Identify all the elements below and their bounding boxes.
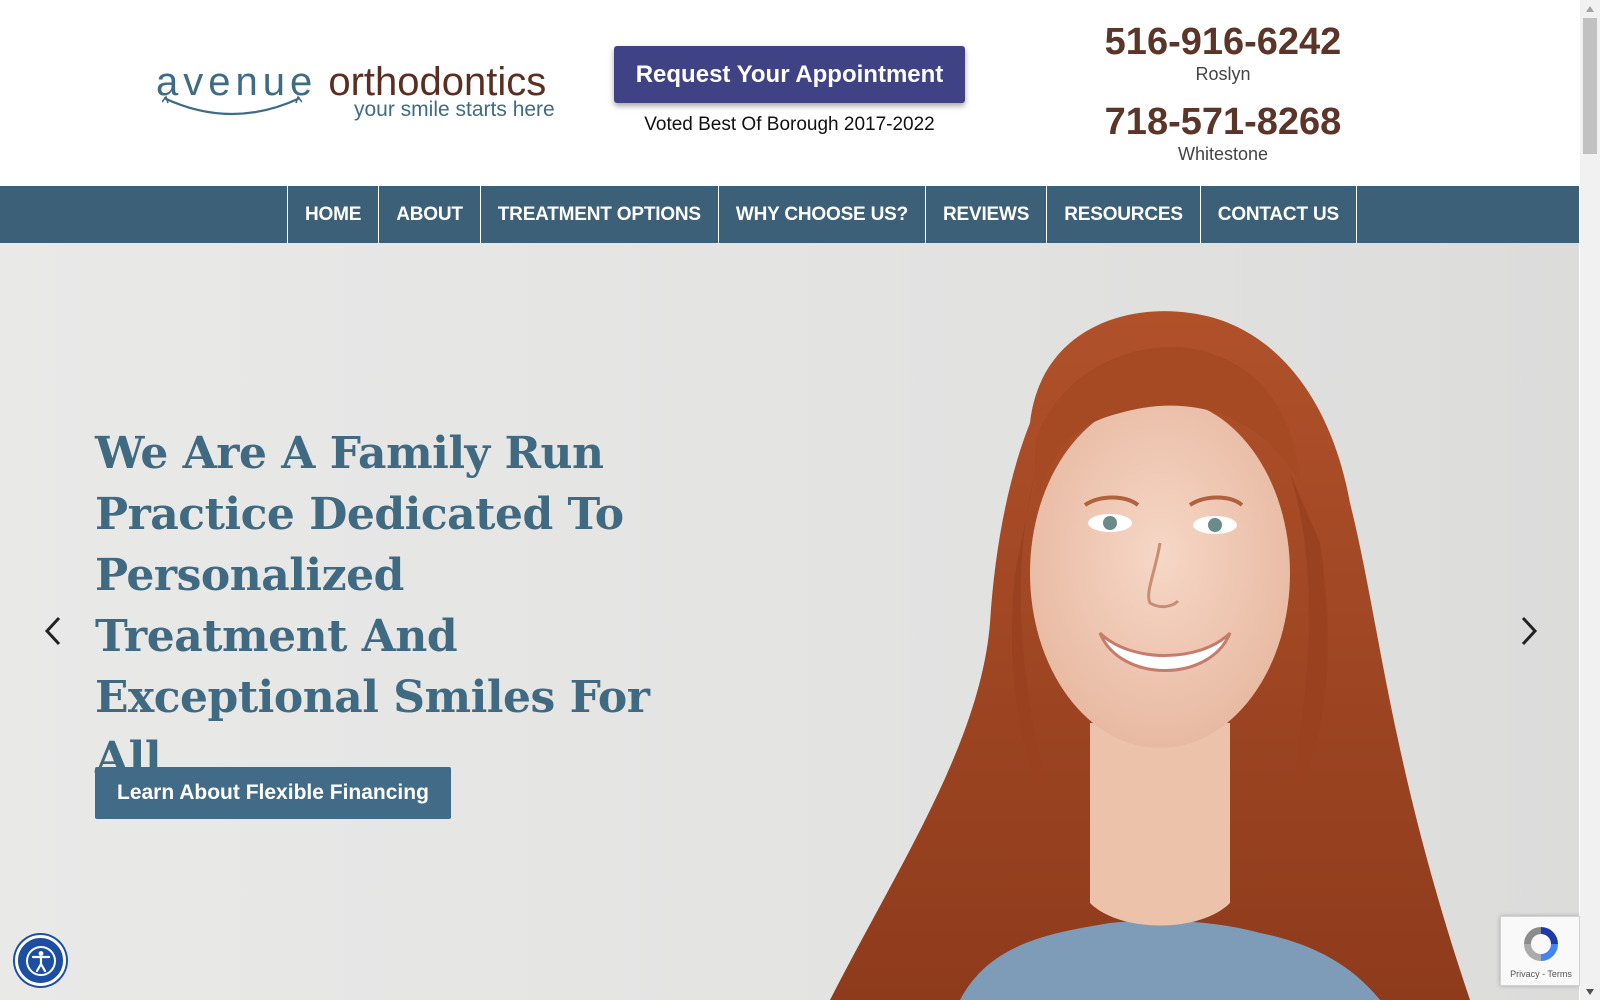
recaptcha-privacy-terms[interactable]: Privacy - Terms — [1501, 969, 1581, 979]
nav-item-treatment-options[interactable]: TREATMENT OPTIONS — [481, 186, 719, 243]
triangle-up-icon — [1586, 5, 1594, 12]
hero-photo-smiling-woman — [830, 311, 1470, 1000]
site-logo[interactable]: avenue orthodontics your smile starts he… — [156, 58, 556, 128]
voted-best-text: Voted Best Of Borough 2017-2022 — [644, 114, 935, 135]
logo-tagline: your smile starts here — [354, 98, 555, 121]
chevron-left-icon — [44, 616, 61, 646]
phone-location-roslyn: Roslyn — [1195, 64, 1251, 84]
triangle-down-icon — [1586, 988, 1594, 995]
slider-next-button[interactable] — [1512, 606, 1546, 656]
page-scrollbar[interactable] — [1580, 0, 1600, 1000]
accessibility-icon — [25, 945, 56, 976]
nav-item-resources[interactable]: RESOURCES — [1047, 186, 1201, 243]
nav-item-why-choose-us[interactable]: WHY CHOOSE US? — [719, 186, 926, 243]
flexible-financing-button[interactable]: Learn About Flexible Financing — [95, 767, 451, 819]
recaptcha-icon — [1524, 927, 1558, 961]
phone-link-whitestone[interactable]: 718-571-8268 — [1080, 100, 1366, 144]
hero-headline: We Are A Family Run Practice Dedicated T… — [95, 428, 650, 784]
site-header: avenue orthodontics your smile starts he… — [0, 0, 1580, 186]
nav-item-reviews[interactable]: REVIEWS — [926, 186, 1048, 243]
nav-item-about[interactable]: ABOUT — [379, 186, 481, 243]
nav-item-contact-us[interactable]: CONTACT US — [1201, 186, 1357, 243]
scrollbar-thumb[interactable] — [1583, 18, 1597, 154]
scroll-down-arrow[interactable] — [1580, 983, 1600, 1000]
main-nav-list: HOME ABOUT TREATMENT OPTIONS WHY CHOOSE … — [287, 186, 1357, 243]
phone-location-whitestone: Whitestone — [1177, 144, 1269, 164]
nav-item-home[interactable]: HOME — [288, 186, 380, 243]
recaptcha-badge[interactable]: Privacy - Terms — [1500, 916, 1580, 986]
slider-prev-button[interactable] — [36, 606, 70, 656]
phone-link-roslyn[interactable]: 516-916-6242 — [1080, 20, 1366, 64]
scroll-up-arrow[interactable] — [1580, 0, 1600, 17]
phone-block-roslyn: 516-916-6242 Roslyn — [1080, 20, 1366, 84]
logo-smile-icon — [162, 95, 302, 116]
chevron-right-icon — [1521, 616, 1538, 646]
hero-slider: We Are A Family Run Practice Dedicated T… — [0, 243, 1579, 1000]
phone-block-whitestone: 718-571-8268 Whitestone — [1080, 100, 1366, 164]
request-appointment-button[interactable]: Request Your Appointment — [614, 46, 965, 103]
main-nav: HOME ABOUT TREATMENT OPTIONS WHY CHOOSE … — [0, 186, 1579, 243]
accessibility-button[interactable] — [15, 935, 66, 986]
